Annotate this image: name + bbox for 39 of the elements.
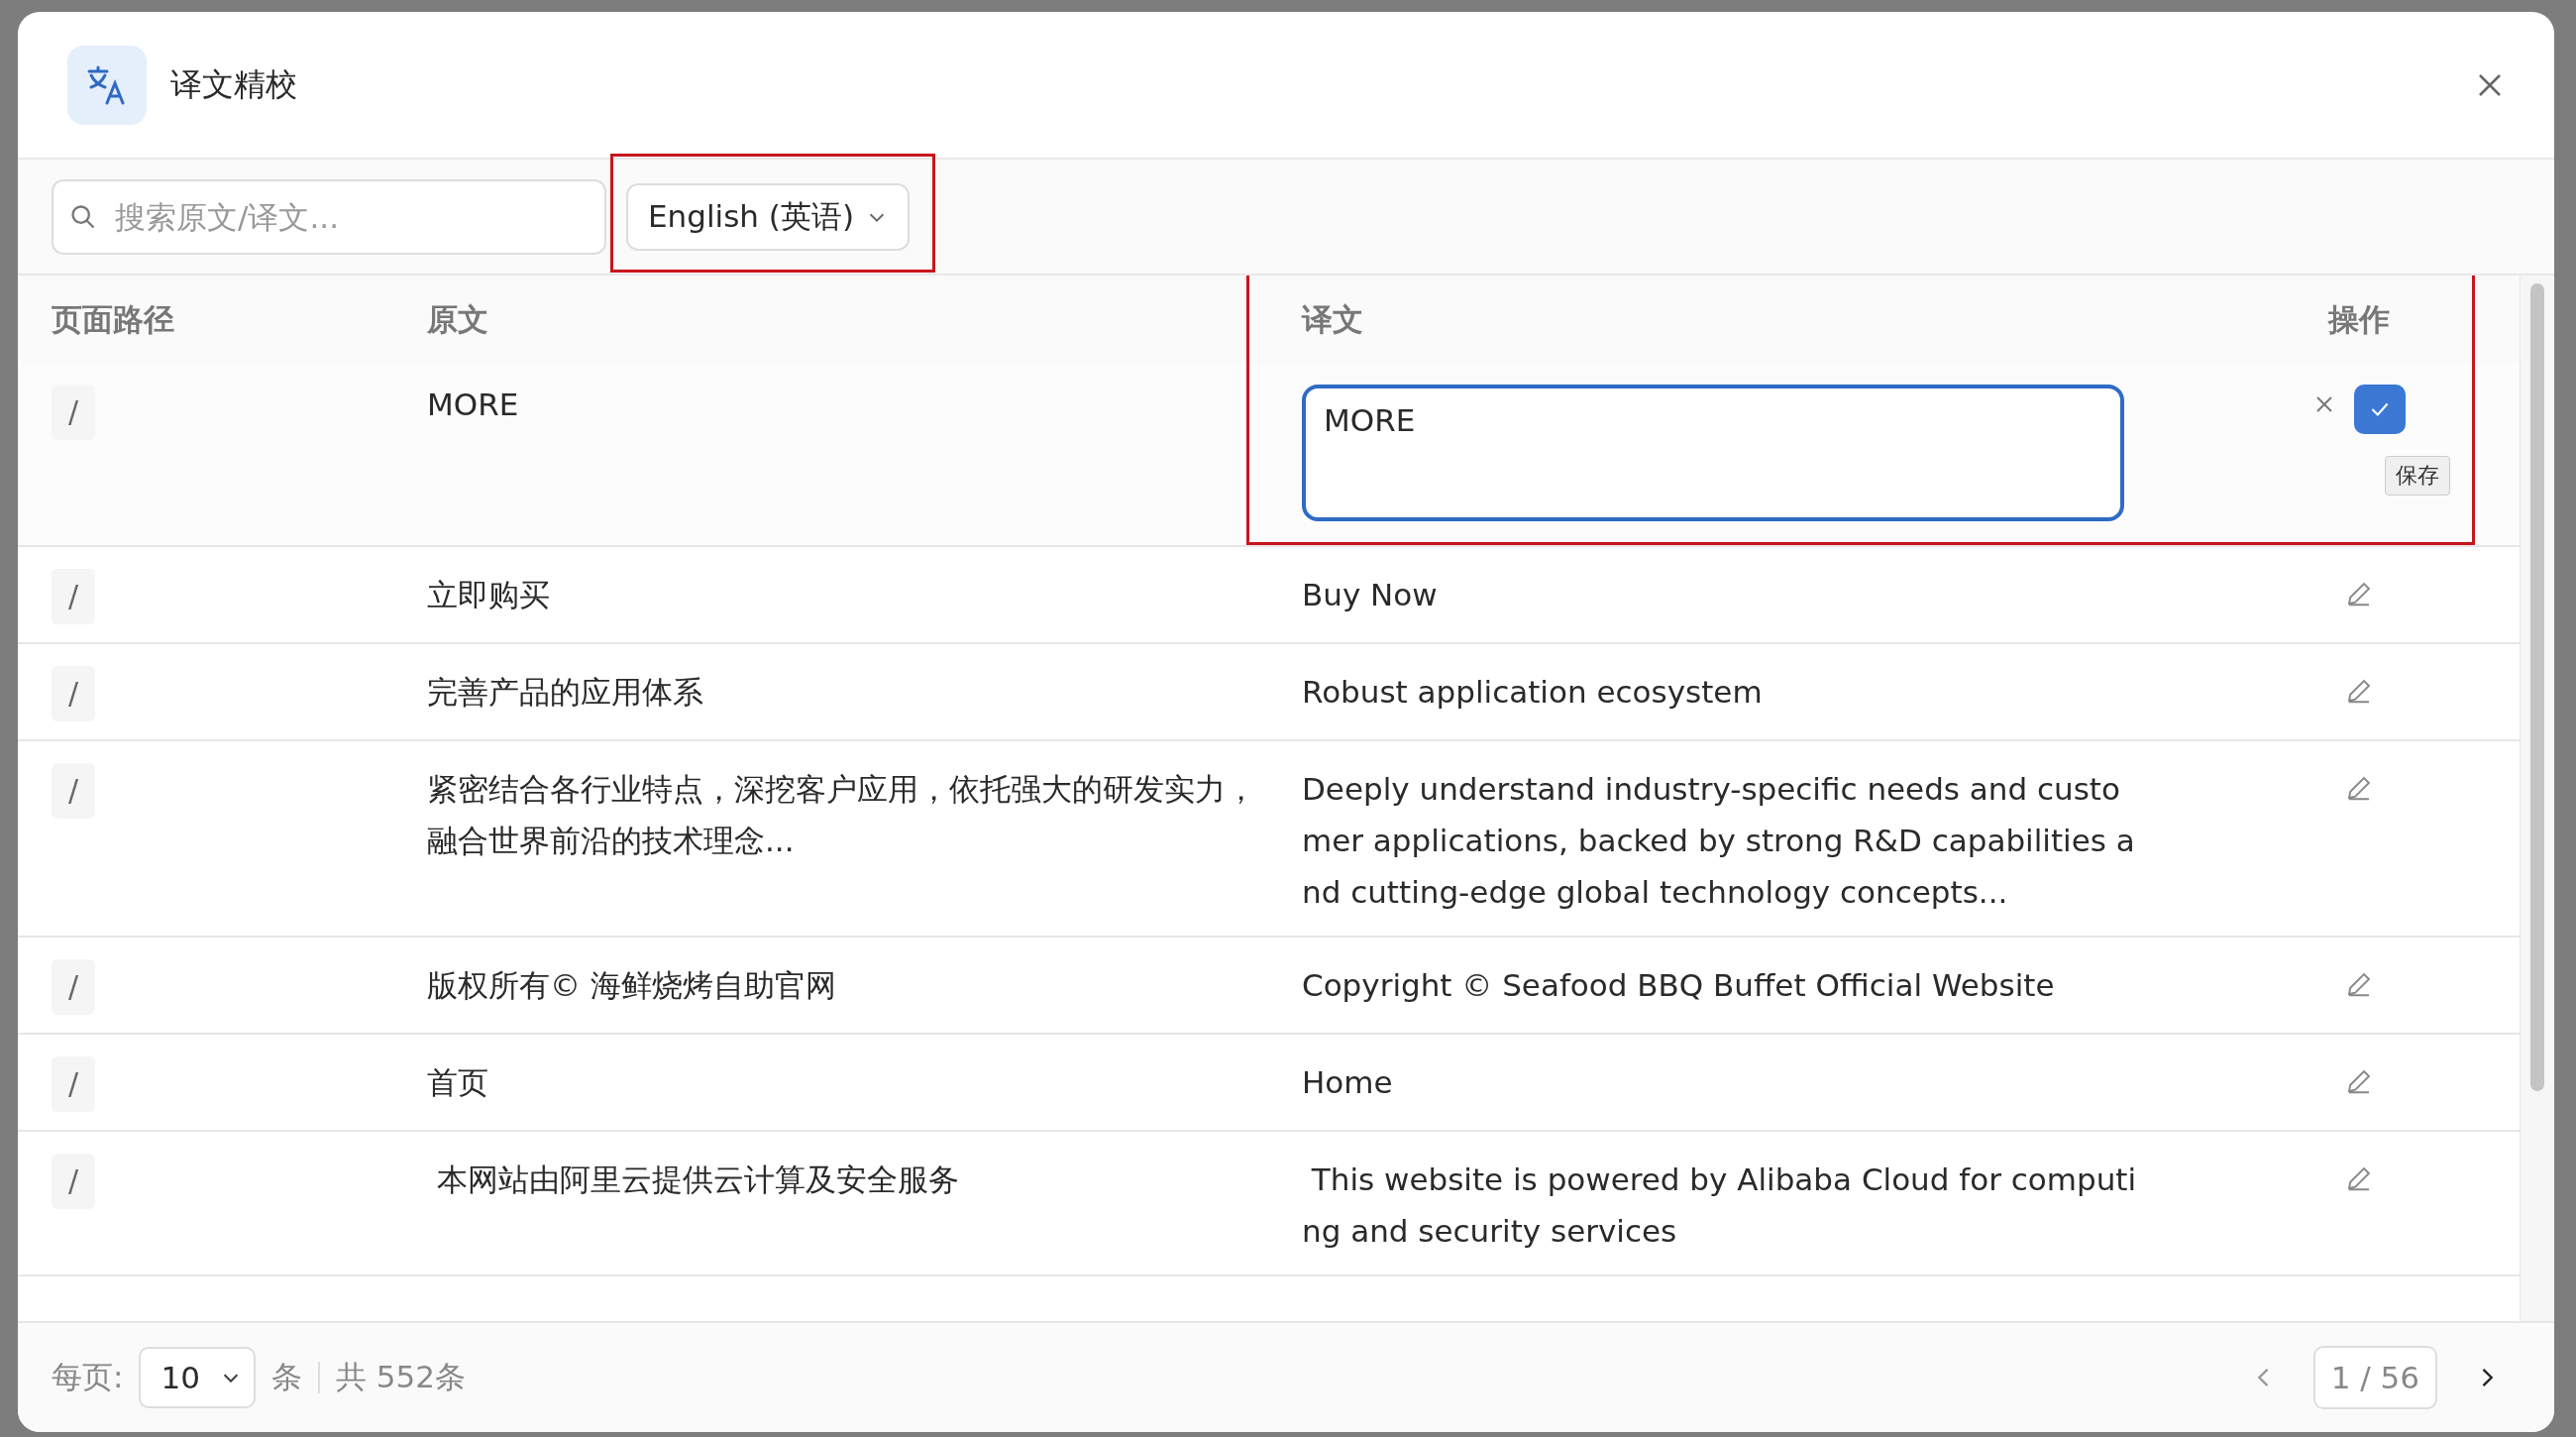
path-tag: / — [52, 569, 95, 624]
page-size-label: 每页: — [52, 1358, 124, 1396]
path-tag: / — [52, 666, 95, 721]
translation-text: Buy Now — [1302, 576, 1438, 614]
source-text: 完善产品的应用体系 — [427, 673, 703, 712]
page-indicator: 1 / 56 — [2312, 1346, 2437, 1409]
search-field[interactable]: 搜索原文/译文... — [52, 178, 606, 255]
translate-icon — [67, 45, 147, 125]
scrollbar[interactable] — [2520, 276, 2554, 1321]
source-text: 首页 — [427, 1063, 488, 1102]
source-text: 紧密结合各行业特点，深挖客户应用，依托强大的研发实力，融合世界前沿的技术理念... — [427, 770, 1257, 860]
source-text: 本网站由阿里云提供云计算及安全服务 — [435, 1161, 959, 1199]
search-icon — [69, 202, 97, 231]
dialog-title: 译文精校 — [170, 63, 297, 105]
column-header: 译文 — [1302, 300, 1364, 339]
page-size-select[interactable]: 10 — [139, 1347, 256, 1408]
translation-text: Home — [1302, 1063, 1393, 1102]
path-tag: / — [52, 385, 95, 440]
translation-text: Robust application ecosystem — [1302, 673, 1763, 712]
path-tag: / — [52, 1056, 95, 1112]
scrollbar-thumb[interactable] — [2530, 283, 2544, 1091]
source-text: MORE — [427, 386, 519, 424]
column-header: 操作 — [2326, 300, 2391, 339]
source-text: 立即购买 — [427, 576, 550, 614]
translation-text: Deeply understand industry-specific needs and customer applications, backed by strong R&D capabilities and cutting-edge global technology concepts... — [1302, 770, 2136, 912]
language-select[interactable]: English (英语) — [626, 182, 910, 251]
total-count: 共 552条 — [335, 1358, 466, 1396]
tooltip: 保存 — [2384, 456, 2450, 496]
translation-text: This website is powered by Alibaba Cloud for computing and security services — [1302, 1161, 2137, 1251]
path-tag: / — [52, 1154, 95, 1209]
translation-input[interactable]: MORE — [1302, 385, 2124, 521]
path-tag: / — [52, 959, 95, 1015]
column-header: 页面路径 — [51, 300, 175, 339]
path-tag: / — [52, 763, 95, 819]
column-header: 原文 — [427, 300, 489, 339]
translation-text: Copyright © Seafood BBQ Buffet Official Website — [1302, 966, 2055, 1005]
save-button[interactable] — [2353, 385, 2406, 434]
unit-label: 条 — [270, 1358, 302, 1396]
source-text: 版权所有© 海鲜烧烤自助官网 — [427, 966, 836, 1005]
